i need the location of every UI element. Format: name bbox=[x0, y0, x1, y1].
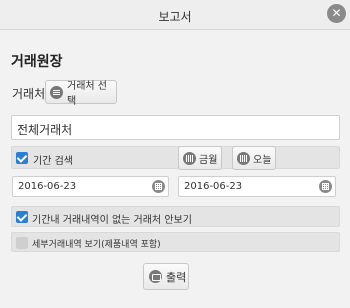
calendar-icon[interactable] bbox=[319, 180, 332, 193]
calendar-icon bbox=[237, 151, 250, 165]
today-label: 오늘 bbox=[253, 154, 272, 166]
this-month-label: 금월 bbox=[199, 154, 218, 166]
exclude-no-trades-row[interactable]: 기간내 거래내역이 없는 거래처 안보기 bbox=[11, 206, 340, 227]
print-button[interactable]: 출력 bbox=[143, 263, 189, 290]
title-bar: 보고서 ✕ bbox=[0, 0, 350, 30]
calendar-icon bbox=[183, 151, 196, 165]
this-month-button[interactable]: 금월 bbox=[178, 146, 222, 170]
period-search-label: 기간 검색 bbox=[33, 156, 73, 167]
calendar-icon[interactable] bbox=[152, 180, 165, 193]
page-title: 거래원장 bbox=[11, 54, 63, 70]
window-title: 보고서 bbox=[158, 10, 192, 24]
detail-view-label: 세부거래내역 보기(제품내역 포함) bbox=[32, 240, 161, 250]
detail-view-row[interactable]: 세부거래내역 보기(제품내역 포함) bbox=[11, 232, 340, 252]
exclude-no-trades-label: 기간내 거래내역이 없는 거래처 안보기 bbox=[32, 215, 192, 226]
list-icon bbox=[50, 85, 63, 99]
print-label: 출력 bbox=[166, 270, 187, 284]
date-to-value: 2016-06-23 bbox=[184, 181, 243, 192]
today-button[interactable]: 오늘 bbox=[232, 146, 276, 170]
detail-view-checkbox[interactable] bbox=[16, 237, 28, 249]
period-search-row[interactable]: 기간 검색 bbox=[11, 146, 340, 169]
close-icon[interactable]: ✕ bbox=[327, 4, 346, 23]
date-to-field[interactable]: 2016-06-23 bbox=[178, 176, 336, 197]
period-search-checkbox[interactable] bbox=[16, 152, 28, 164]
print-icon bbox=[149, 270, 162, 283]
exclude-no-trades-checkbox[interactable] bbox=[16, 211, 28, 223]
partner-field[interactable]: 전체거래처 bbox=[11, 115, 340, 140]
date-from-field[interactable]: 2016-06-23 bbox=[12, 176, 169, 197]
date-from-value: 2016-06-23 bbox=[18, 181, 77, 192]
select-partner-button[interactable]: 거래처 선택 bbox=[45, 80, 117, 107]
select-partner-label: 거래처 선택 bbox=[67, 81, 107, 107]
partner-label: 거래처 bbox=[12, 87, 46, 101]
